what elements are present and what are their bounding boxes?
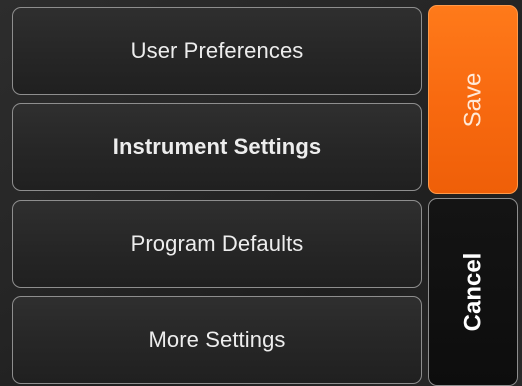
cancel-label: Cancel <box>458 252 486 332</box>
instrument-settings-button[interactable]: Instrument Settings <box>12 103 422 191</box>
save-label: Save <box>458 72 486 127</box>
more-settings-label: More Settings <box>148 327 286 352</box>
user-preferences-label: User Preferences <box>130 38 304 63</box>
save-button[interactable]: Save <box>428 5 518 194</box>
cancel-button[interactable]: Cancel <box>428 198 518 386</box>
settings-panel: User Preferences Instrument Settings Pro… <box>0 0 522 386</box>
more-settings-button[interactable]: More Settings <box>12 296 422 384</box>
program-defaults-label: Program Defaults <box>130 231 304 256</box>
program-defaults-button[interactable]: Program Defaults <box>12 200 422 288</box>
user-preferences-button[interactable]: User Preferences <box>12 7 422 95</box>
instrument-settings-label: Instrument Settings <box>112 134 322 159</box>
